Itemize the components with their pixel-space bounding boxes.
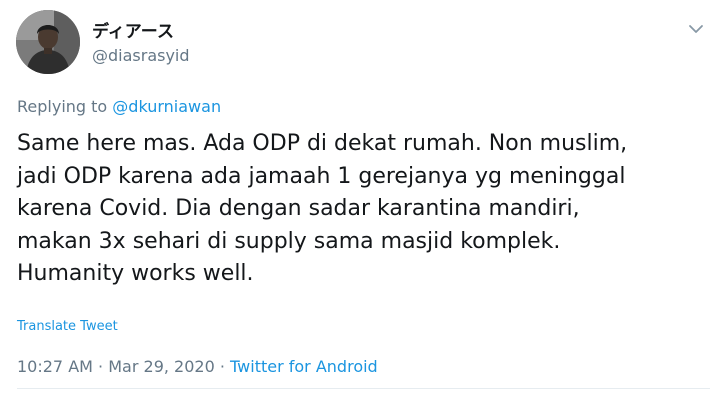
translate-tweet-link[interactable]: Translate Tweet [17,319,118,334]
meta-separator: · [98,357,104,376]
tweet-text-line: jadi ODP karena ada jamaah 1 gerejanya y… [17,163,626,189]
tweet-text-line: Same here mas. Ada ODP di dekat rumah. N… [17,131,628,156]
tweet-text-line: Humanity works well. [17,261,254,286]
avatar[interactable] [16,10,80,74]
divider [17,388,710,389]
replying-to-label: Replying to [17,97,108,116]
avatar-image [16,10,80,74]
tweet-source-link[interactable]: Twitter for Android [230,357,378,376]
tweet-date[interactable]: Mar 29, 2020 [108,357,215,376]
tweet-text-line: makan 3x sehari di supply sama masjid ko… [17,228,561,254]
tweet-time[interactable]: 10:27 AM [17,357,93,376]
tweet-metadata: 10:27 AM · Mar 29, 2020 · Twitter for An… [17,357,378,376]
replying-to: Replying to @dkurniawan [17,97,221,116]
chevron-down-icon[interactable] [685,18,707,40]
tweet-text: Same here mas. Ada ODP di dekat rumah. N… [17,128,712,291]
tweet-text-line: karena Covid. Dia dengan sadar karantina… [17,196,580,221]
author-handle[interactable]: @diasrasyid [92,46,190,65]
meta-separator: · [219,357,225,376]
author-name[interactable]: ディアース [92,17,174,42]
reply-handle-link[interactable]: @dkurniawan [112,97,221,116]
